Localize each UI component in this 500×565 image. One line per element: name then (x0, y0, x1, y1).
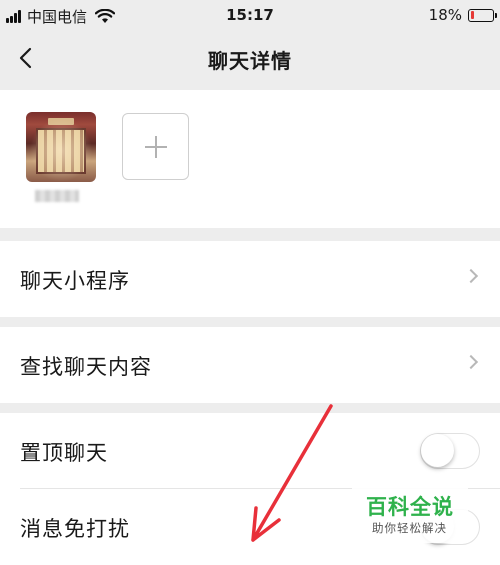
toggle-knob (421, 434, 454, 467)
watermark-title: 百科全说 (366, 495, 454, 519)
row-label: 置顶聊天 (20, 441, 108, 465)
row-label: 聊天小程序 (20, 269, 130, 293)
row-label: 消息免打扰 (20, 517, 130, 541)
clock: 15:17 (226, 6, 274, 24)
settings-group-mini-programs: 聊天小程序 (0, 241, 500, 317)
status-bar-right: 18% (428, 6, 497, 24)
member-avatar[interactable] (26, 112, 96, 182)
chat-mini-programs-row[interactable]: 聊天小程序 (0, 241, 500, 317)
add-member-button[interactable] (122, 113, 189, 180)
member-section (0, 90, 500, 228)
search-chat-content-row[interactable]: 查找聊天内容 (0, 327, 500, 403)
row-label: 查找聊天内容 (20, 355, 152, 379)
watermark-logo: 百科全说 助你轻松解决 (352, 483, 468, 543)
settings-group-search: 查找聊天内容 (0, 327, 500, 403)
battery-percent: 18% (428, 6, 462, 24)
member-name-blurred (35, 190, 79, 202)
chevron-right-icon (463, 268, 479, 284)
battery-icon (468, 8, 497, 22)
sticky-on-top-toggle[interactable] (420, 433, 480, 469)
watermark-subtitle: 助你轻松解决 (372, 521, 447, 535)
status-bar: 中国电信 15:17 18% (0, 0, 500, 32)
chevron-right-icon (463, 354, 479, 370)
sticky-on-top-row: 置顶聊天 (0, 413, 500, 489)
nav-bar: 聊天详情 (0, 32, 500, 84)
battery-level (470, 11, 475, 19)
page-title: 聊天详情 (208, 49, 292, 73)
